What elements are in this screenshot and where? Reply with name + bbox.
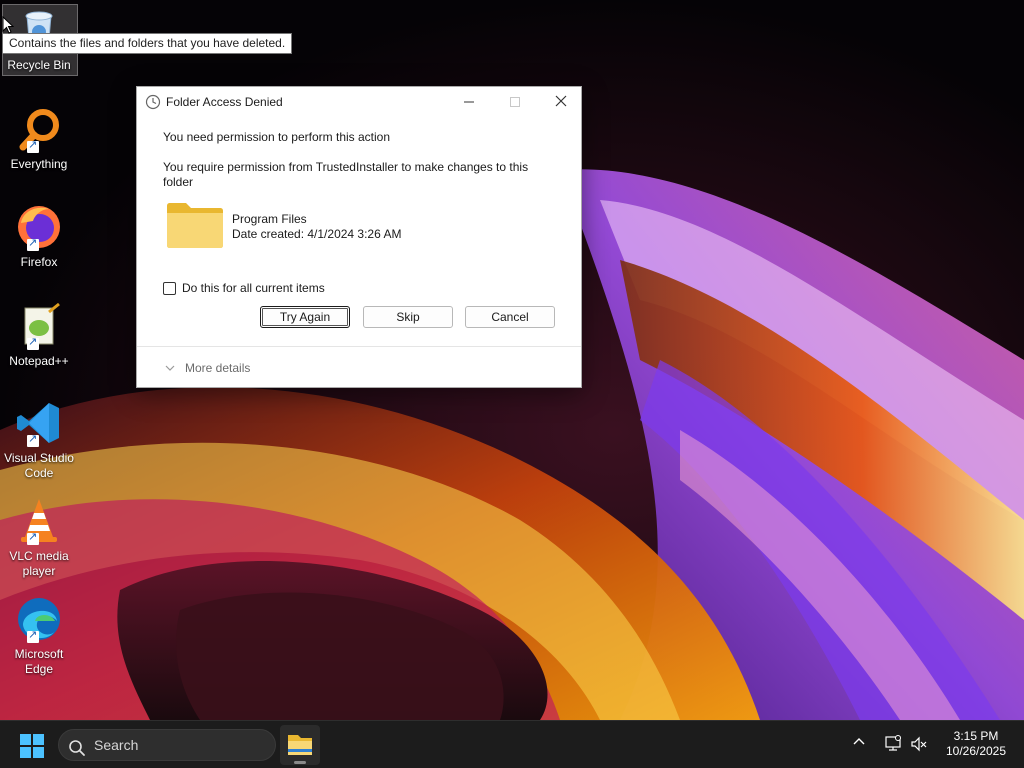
clock-time: 3:15 PM bbox=[953, 729, 999, 743]
desktop-icon-label: Visual Studio Code bbox=[4, 451, 74, 480]
minimize-button[interactable] bbox=[446, 87, 492, 117]
dialog-message: You need permission to perform this acti… bbox=[163, 130, 391, 144]
dialog-title: Folder Access Denied bbox=[166, 95, 283, 109]
shortcut-arrow-icon bbox=[27, 530, 39, 545]
edge-icon bbox=[15, 595, 63, 643]
dialog-separator bbox=[137, 346, 581, 347]
chevron-down-icon bbox=[165, 363, 175, 374]
more-details-label: More details bbox=[185, 361, 251, 375]
maximize-icon bbox=[510, 97, 520, 107]
desktop-icon-notepad-plus-plus[interactable]: Notepad++ bbox=[2, 302, 76, 369]
desktop-icon-label: Firefox bbox=[20, 255, 58, 269]
dialog-titlebar[interactable]: Folder Access Denied bbox=[137, 87, 581, 117]
clock-date: 10/26/2025 bbox=[945, 744, 1007, 758]
dialog-detail: You require permission from TrustedInsta… bbox=[163, 160, 529, 189]
apply-all-checkbox-row[interactable]: Do this for all current items bbox=[163, 281, 325, 295]
folder-name: Program Files bbox=[232, 212, 307, 226]
recycle-bin-tooltip: Contains the files and folders that you … bbox=[2, 33, 293, 54]
tray-overflow-chevron-up-icon[interactable] bbox=[852, 735, 866, 752]
shortcut-arrow-icon bbox=[27, 335, 39, 350]
desktop-icon-vlc[interactable]: VLC media player bbox=[2, 497, 76, 579]
close-icon bbox=[555, 95, 567, 107]
shortcut-arrow-icon bbox=[27, 138, 39, 153]
running-indicator bbox=[294, 761, 306, 764]
folder-date-created: Date created: 4/1/2024 3:26 AM bbox=[232, 227, 402, 241]
everything-search-icon bbox=[15, 105, 63, 153]
desktop-icon-label: Everything bbox=[10, 157, 68, 171]
more-details-toggle[interactable]: More details bbox=[165, 361, 250, 375]
folder-access-denied-dialog: Folder Access Denied You need permission… bbox=[136, 86, 582, 388]
firefox-icon bbox=[15, 203, 63, 251]
cancel-button[interactable]: Cancel bbox=[465, 306, 555, 328]
desktop-icon-firefox[interactable]: Firefox bbox=[2, 203, 76, 270]
shortcut-arrow-icon bbox=[27, 236, 39, 251]
start-button[interactable] bbox=[20, 734, 44, 758]
vscode-icon bbox=[15, 399, 63, 447]
apply-all-checkbox-label: Do this for all current items bbox=[182, 281, 325, 295]
search-placeholder: Search bbox=[94, 737, 139, 753]
clock-icon bbox=[145, 94, 161, 110]
desktop-icon-label: VLC media player bbox=[9, 549, 69, 578]
mouse-cursor-icon bbox=[2, 15, 15, 39]
folder-icon bbox=[166, 201, 224, 252]
skip-button[interactable]: Skip bbox=[363, 306, 453, 328]
taskbar-search-box[interactable]: Search bbox=[58, 729, 276, 761]
taskbar: Search 3:15 PM 10/26/2025 bbox=[0, 720, 1024, 768]
taskbar-file-explorer[interactable] bbox=[280, 725, 320, 765]
minimize-icon bbox=[464, 101, 474, 103]
try-again-button[interactable]: Try Again bbox=[260, 306, 350, 328]
close-button[interactable] bbox=[538, 87, 584, 117]
file-explorer-icon bbox=[288, 735, 312, 755]
desktop-icon-label: Notepad++ bbox=[9, 354, 69, 368]
desktop-icon-label: Microsoft Edge bbox=[14, 647, 64, 676]
desktop-icon-edge[interactable]: Microsoft Edge bbox=[2, 595, 76, 677]
network-icon[interactable] bbox=[884, 735, 902, 758]
apply-all-checkbox[interactable] bbox=[163, 281, 176, 295]
system-clock[interactable]: 3:15 PM 10/26/2025 bbox=[938, 729, 1014, 759]
windows-logo-icon bbox=[20, 734, 44, 758]
search-icon bbox=[68, 737, 86, 767]
vlc-icon bbox=[15, 497, 63, 545]
desktop-icon-label: Recycle Bin bbox=[7, 58, 71, 72]
shortcut-arrow-icon bbox=[27, 628, 39, 643]
notepad-plus-plus-icon bbox=[15, 302, 63, 350]
desktop-icon-everything[interactable]: Everything bbox=[2, 105, 76, 172]
desktop-icon-vscode[interactable]: Visual Studio Code bbox=[2, 399, 76, 481]
volume-muted-icon[interactable] bbox=[910, 735, 928, 758]
maximize-button bbox=[492, 87, 538, 117]
shortcut-arrow-icon bbox=[27, 432, 39, 447]
